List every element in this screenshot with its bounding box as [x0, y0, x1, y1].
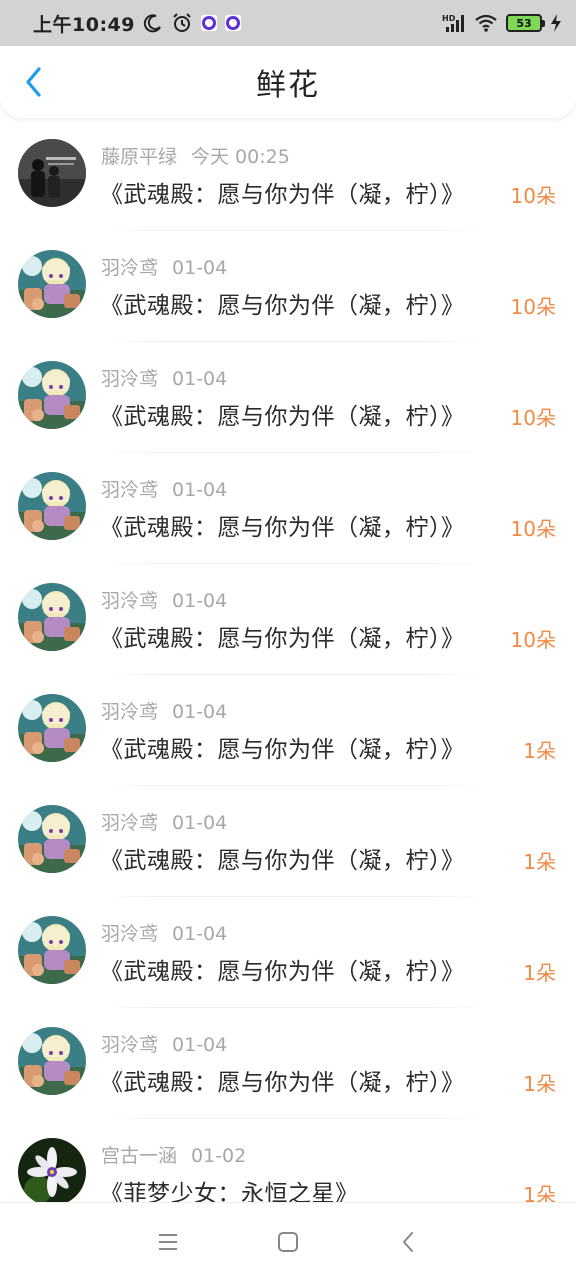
list-item[interactable]: 羽泠鸢 01-04 《武魂殿：愿与你为伴（凝，柠）》 1朵 — [0, 897, 576, 1008]
flower-count: 1朵 — [523, 739, 556, 763]
book-title[interactable]: 《武魂殿：愿与你为伴（凝，柠）》 — [100, 397, 465, 431]
timestamp: 01-04 — [172, 257, 228, 279]
svg-text:HD: HD — [442, 14, 456, 23]
list-item[interactable]: 羽泠鸢 01-04 《武魂殿：愿与你为伴（凝，柠）》 10朵 — [0, 342, 576, 453]
book-title[interactable]: 《武魂殿：愿与你为伴（凝，柠）》 — [100, 508, 465, 542]
back-button[interactable] — [16, 64, 52, 100]
app-notification-icon — [224, 15, 241, 31]
username: 羽泠鸢 — [101, 923, 159, 945]
wifi-icon — [474, 13, 498, 33]
back-icon — [403, 1231, 413, 1252]
list-item[interactable]: 宫古一涵 01-02 《菲梦少女：永恒之星》 1朵 — [0, 1119, 576, 1202]
flower-count: 1朵 — [523, 961, 556, 985]
timestamp: 01-04 — [172, 590, 228, 612]
flower-count: 1朵 — [523, 1072, 556, 1096]
username: 羽泠鸢 — [101, 701, 159, 723]
moon-icon — [143, 13, 163, 33]
charging-icon — [550, 13, 562, 33]
item-meta: 宫古一涵 01-02 — [101, 1141, 246, 1168]
username: 羽泠鸢 — [101, 479, 159, 501]
menu-button[interactable] — [108, 1212, 228, 1272]
book-title[interactable]: 《菲梦少女：永恒之星》 — [100, 1174, 359, 1202]
timestamp: 01-04 — [172, 701, 228, 723]
item-meta: 羽泠鸢 01-04 — [101, 919, 227, 946]
username: 羽泠鸢 — [101, 368, 159, 390]
avatar[interactable] — [18, 694, 86, 762]
status-left-icons — [143, 12, 241, 34]
header: 鲜花 — [0, 46, 576, 118]
timestamp: 01-04 — [172, 1034, 228, 1056]
list-item[interactable]: 藤原平绿 今天 00:25 《武魂殿：愿与你为伴（凝，柠）》 10朵 — [0, 120, 576, 231]
nav-back-button[interactable] — [348, 1212, 468, 1272]
username: 羽泠鸢 — [101, 1034, 159, 1056]
chevron-left-icon — [26, 67, 41, 97]
status-bar: 上午10:49 HD 53 — [0, 0, 576, 46]
avatar[interactable] — [18, 472, 86, 540]
timestamp: 01-04 — [172, 923, 228, 945]
timestamp: 01-04 — [172, 812, 228, 834]
timestamp: 01-04 — [172, 368, 228, 390]
book-title[interactable]: 《武魂殿：愿与你为伴（凝，柠）》 — [100, 619, 465, 653]
avatar[interactable] — [18, 139, 86, 207]
flower-count: 10朵 — [510, 406, 556, 430]
avatar[interactable] — [18, 1138, 86, 1202]
username: 羽泠鸢 — [101, 812, 159, 834]
list-item[interactable]: 羽泠鸢 01-04 《武魂殿：愿与你为伴（凝，柠）》 1朵 — [0, 675, 576, 786]
list-item[interactable]: 羽泠鸢 01-04 《武魂殿：愿与你为伴（凝，柠）》 1朵 — [0, 786, 576, 897]
list-item[interactable]: 羽泠鸢 01-04 《武魂殿：愿与你为伴（凝，柠）》 10朵 — [0, 231, 576, 342]
flower-count: 10朵 — [510, 517, 556, 541]
item-meta: 羽泠鸢 01-04 — [101, 697, 227, 724]
book-title[interactable]: 《武魂殿：愿与你为伴（凝，柠）》 — [100, 730, 465, 764]
flower-count: 10朵 — [510, 628, 556, 652]
flower-count: 1朵 — [523, 850, 556, 874]
page-title: 鲜花 — [256, 68, 320, 103]
status-right-icons: HD 53 — [442, 13, 562, 33]
hd-signal-icon: HD — [442, 13, 466, 33]
avatar[interactable] — [18, 1027, 86, 1095]
book-title[interactable]: 《武魂殿：愿与你为伴（凝，柠）》 — [100, 841, 465, 875]
book-title[interactable]: 《武魂殿：愿与你为伴（凝，柠）》 — [100, 1063, 465, 1097]
avatar[interactable] — [18, 250, 86, 318]
app-notification-icon — [200, 15, 217, 31]
flower-list: 藤原平绿 今天 00:25 《武魂殿：愿与你为伴（凝，柠）》 10朵 羽泠鸢 01-04 《… — [0, 120, 576, 1202]
menu-icon — [159, 1233, 177, 1250]
username: 羽泠鸢 — [101, 590, 159, 612]
item-meta: 羽泠鸢 01-04 — [101, 586, 227, 613]
username: 藤原平绿 — [101, 146, 178, 168]
flower-count: 10朵 — [510, 295, 556, 319]
list-item[interactable]: 羽泠鸢 01-04 《武魂殿：愿与你为伴（凝，柠）》 1朵 — [0, 1008, 576, 1119]
status-time: 上午10:49 — [33, 13, 135, 36]
home-button[interactable] — [228, 1212, 348, 1272]
item-meta: 羽泠鸢 01-04 — [101, 253, 227, 280]
battery-icon: 53 — [506, 14, 545, 32]
alarm-icon — [171, 12, 193, 34]
list-item[interactable]: 羽泠鸢 01-04 《武魂殿：愿与你为伴（凝，柠）》 10朵 — [0, 453, 576, 564]
username: 宫古一涵 — [101, 1145, 178, 1167]
home-icon — [278, 1231, 298, 1252]
avatar[interactable] — [18, 805, 86, 873]
timestamp: 01-04 — [172, 479, 228, 501]
username: 羽泠鸢 — [101, 257, 159, 279]
flower-count: 10朵 — [510, 184, 556, 208]
avatar[interactable] — [18, 916, 86, 984]
timestamp: 01-02 — [191, 1145, 247, 1167]
book-title[interactable]: 《武魂殿：愿与你为伴（凝，柠）》 — [100, 952, 465, 986]
flower-count: 1朵 — [523, 1183, 556, 1202]
item-meta: 羽泠鸢 01-04 — [101, 808, 227, 835]
item-meta: 羽泠鸢 01-04 — [101, 364, 227, 391]
timestamp: 今天 00:25 — [191, 146, 290, 168]
avatar[interactable] — [18, 361, 86, 429]
list-item[interactable]: 羽泠鸢 01-04 《武魂殿：愿与你为伴（凝，柠）》 10朵 — [0, 564, 576, 675]
item-meta: 藤原平绿 今天 00:25 — [101, 142, 290, 169]
item-meta: 羽泠鸢 01-04 — [101, 1030, 227, 1057]
book-title[interactable]: 《武魂殿：愿与你为伴（凝，柠）》 — [100, 175, 465, 209]
book-title[interactable]: 《武魂殿：愿与你为伴（凝，柠）》 — [100, 286, 465, 320]
avatar[interactable] — [18, 583, 86, 651]
item-meta: 羽泠鸢 01-04 — [101, 475, 227, 502]
system-nav-bar — [0, 1202, 576, 1280]
